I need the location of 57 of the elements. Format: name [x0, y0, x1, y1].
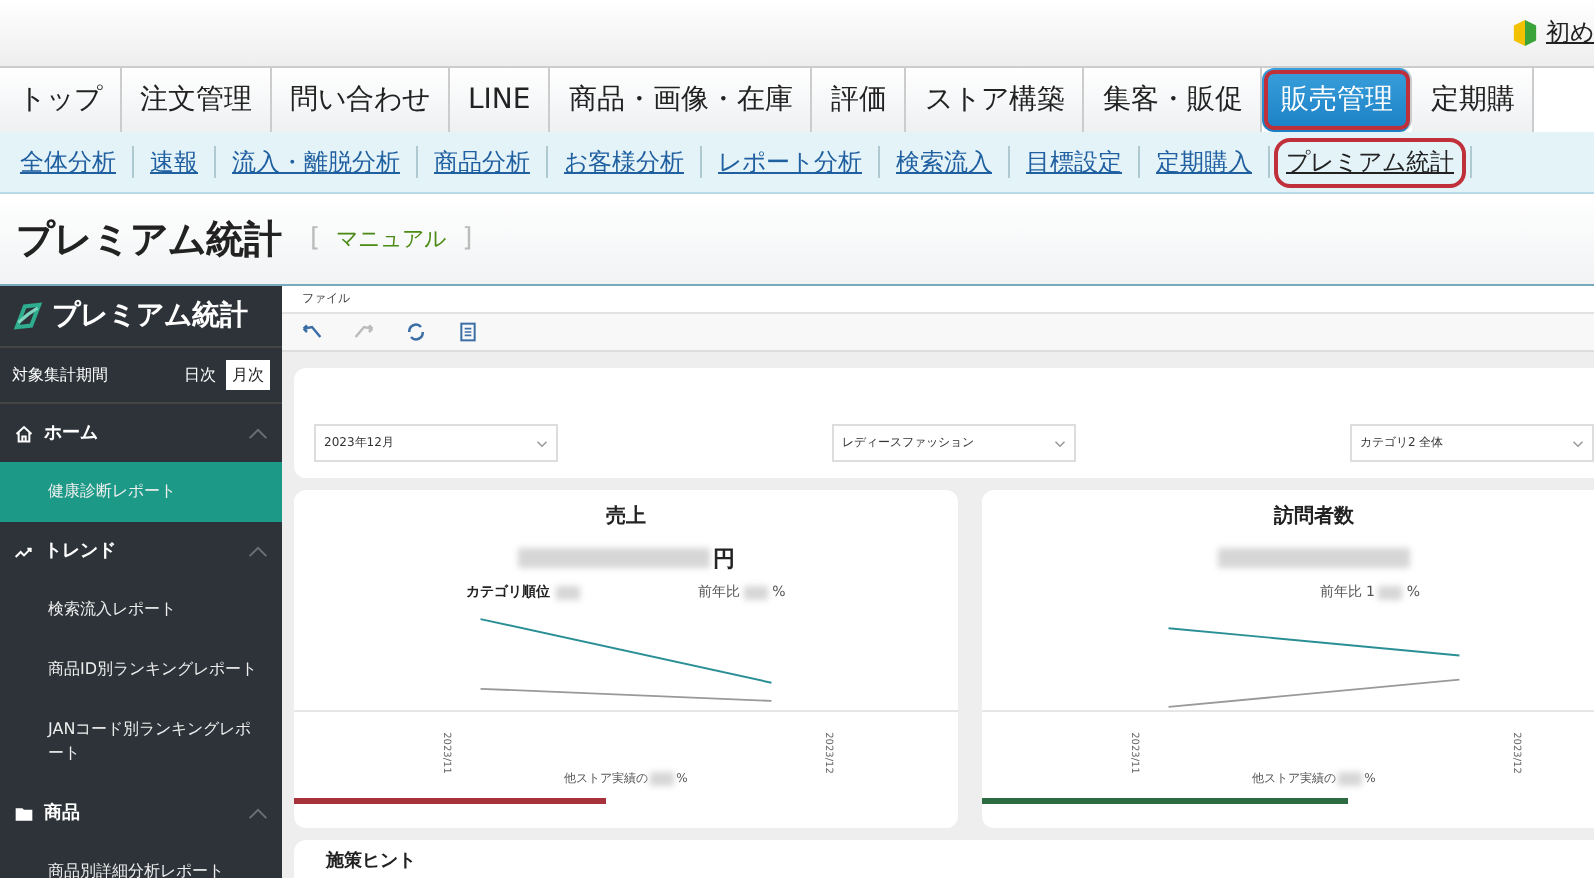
sidebar-item[interactable]: 検索流入レポート [0, 580, 282, 640]
manual-link[interactable]: マニュアル [336, 224, 447, 254]
document-icon[interactable] [458, 322, 478, 342]
subnav-link[interactable]: 定期購入 [1148, 141, 1260, 183]
nav-tab[interactable]: 問い合わせ [272, 68, 450, 132]
chart-logo-icon [12, 300, 44, 332]
subnav-link[interactable]: 検索流入 [888, 141, 1000, 183]
help-link[interactable]: 初め [1546, 16, 1594, 50]
sidebar-section[interactable]: ホーム [0, 404, 282, 462]
value-unit: 円 [713, 543, 735, 573]
refresh-icon[interactable] [406, 322, 426, 342]
period-label: 対象集計期間 [12, 364, 108, 386]
sidebar-section[interactable]: トレンド [0, 522, 282, 580]
subnav-link[interactable]: 商品分析 [426, 141, 538, 183]
period-toggle[interactable]: 日次 [178, 360, 222, 390]
folder-icon [14, 803, 34, 823]
blurred-value [1338, 772, 1363, 786]
undo-icon[interactable] [302, 322, 322, 342]
section-label: ホーム [44, 422, 100, 446]
nav-tab[interactable]: 集客・販促 [1084, 68, 1263, 132]
leaf-icon [1512, 18, 1538, 48]
chevron-down-icon [1572, 439, 1584, 447]
logo-text: プレミアム統計 [52, 298, 248, 334]
blurred-value [556, 585, 581, 599]
blurred-value [1378, 585, 1403, 599]
bracket: ] [462, 224, 473, 254]
section-label: トレンド [44, 540, 118, 564]
blurred-value [744, 585, 769, 599]
chevron-down-icon [536, 439, 548, 447]
home-icon [14, 423, 34, 443]
bracket: [ [310, 224, 321, 254]
subnav-link[interactable]: レポート分析 [710, 141, 870, 183]
nav-tab[interactable]: LINE [450, 68, 551, 132]
sidebar-item[interactable]: JANコード別ランキングレポート [0, 700, 282, 784]
nav-tab[interactable]: ストア構築 [906, 68, 1085, 132]
card-title: 売上 [606, 503, 646, 530]
nav-tab[interactable]: 注文管理 [122, 68, 272, 132]
page-title: プレミアム統計 [16, 215, 282, 265]
section-label: 商品 [44, 800, 82, 826]
nav-tab[interactable]: 商品・画像・在庫 [550, 68, 813, 132]
sidebar-item[interactable]: 商品別詳細分析レポート [0, 842, 282, 878]
subnav-link[interactable]: 速報 [142, 141, 206, 183]
subnav-link[interactable]: 流入・離脱分析 [224, 141, 408, 183]
subnav-link[interactable]: プレミアム統計 [1278, 141, 1462, 183]
subnav-link[interactable]: お客様分析 [556, 141, 692, 183]
subnav-link[interactable]: 目標設定 [1018, 141, 1130, 183]
chevron-down-icon [1054, 439, 1066, 447]
sidebar-item[interactable]: 商品ID別ランキングレポート [0, 640, 282, 700]
sidebar-section[interactable]: 商品 [0, 784, 282, 842]
nav-tab[interactable]: トップ [0, 68, 122, 132]
nav-tab[interactable]: 評価 [812, 68, 907, 132]
period-toggle[interactable]: 月次 [226, 360, 270, 390]
subnav-link[interactable]: 全体分析 [12, 141, 124, 183]
blurred-value [650, 772, 675, 786]
nav-tab[interactable]: 定期購 [1412, 68, 1535, 132]
card-title: 訪問者数 [1274, 502, 1354, 530]
section-heading: 施策ヒント [326, 852, 416, 872]
